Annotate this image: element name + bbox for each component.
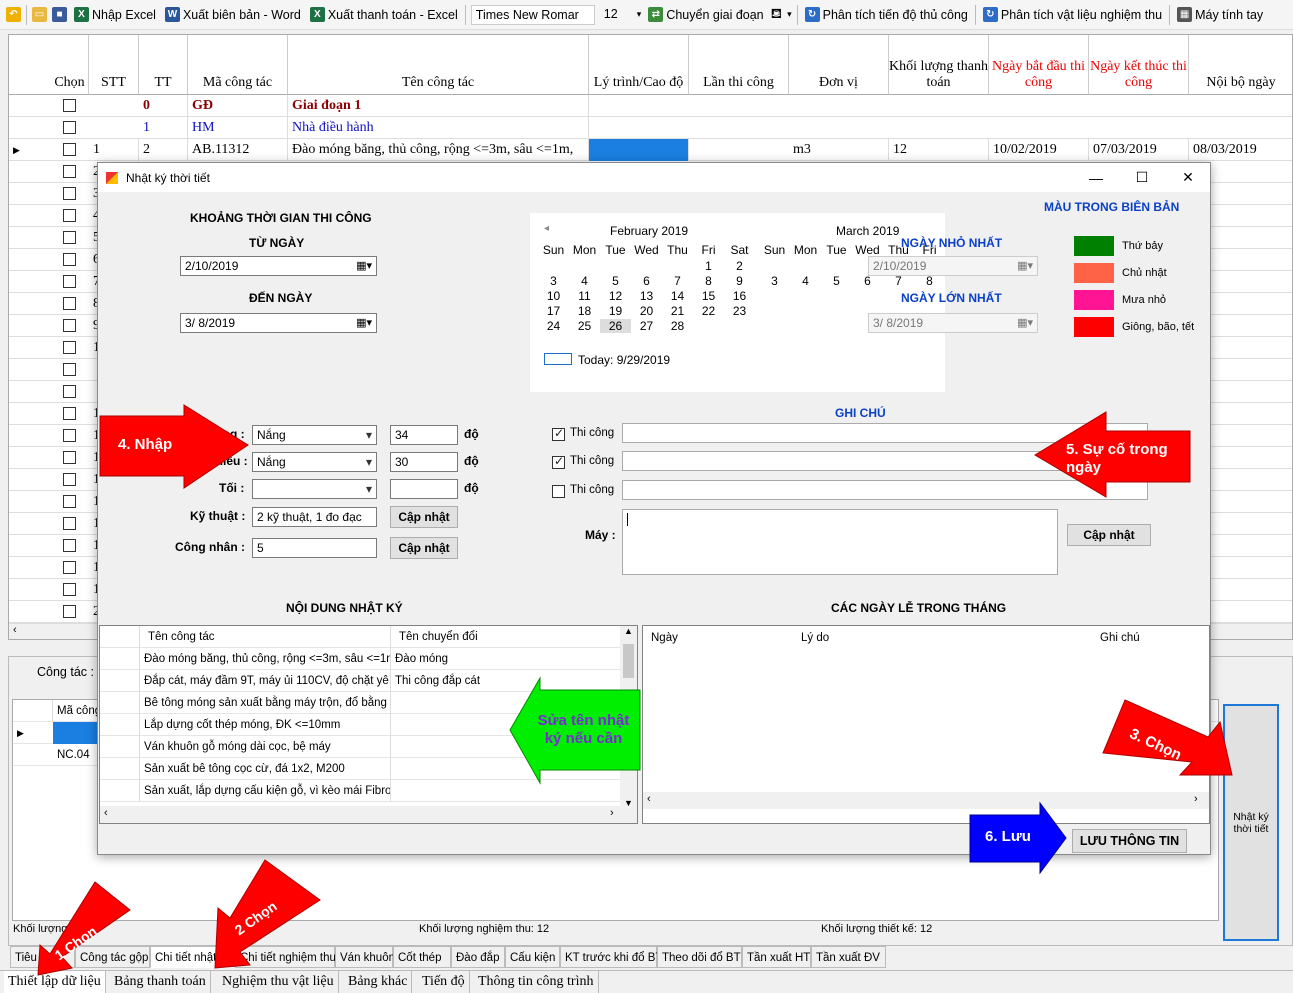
- annotation-6-text: 6. Lưu: [985, 828, 1031, 845]
- annotation-5-text: 5. Sự cố trong ngày: [1066, 441, 1168, 476]
- annotation-overlay: [37, 404, 1233, 976]
- annotation-arrow-3: [1102, 699, 1233, 776]
- annotation-green-text: Sửa tên nhật ký nếu cần: [537, 712, 630, 747]
- annotation-4-text: 4. Nhập: [118, 436, 173, 453]
